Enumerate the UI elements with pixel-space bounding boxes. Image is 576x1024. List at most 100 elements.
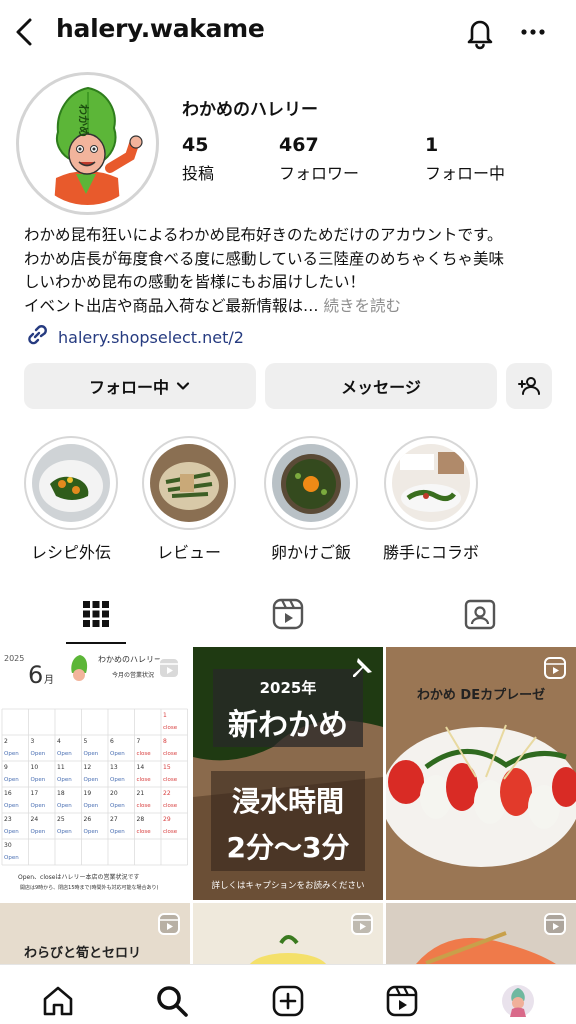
stat-following-label: フォロー中 (425, 164, 506, 183)
highlight-ring (384, 436, 478, 530)
nav-reels[interactable] (382, 981, 422, 1021)
back-arrow-icon[interactable] (10, 14, 38, 50)
calendar-status: close (163, 829, 178, 835)
calendar-day: 26 (84, 816, 92, 823)
tab-tagged[interactable] (384, 584, 576, 644)
post-soak-minutes: 2分〜3分 (227, 831, 350, 864)
calendar-status: Open (31, 751, 46, 757)
post-caprese-title: わかめ DEカプレーゼ (417, 687, 545, 703)
reel-badge-icon (156, 655, 182, 681)
tagged-person-icon (463, 597, 497, 631)
profile-link-text[interactable]: halery.shopselect.net/2 (58, 328, 244, 347)
post-caprese[interactable]: わかめ DEカプレーゼ (386, 647, 576, 900)
tab-reels[interactable] (192, 584, 384, 644)
profile-avatar-small (500, 983, 536, 1019)
calendar-status: Open (31, 803, 46, 809)
post-warabi-title: わらびと筍とセロリ (24, 945, 141, 961)
calendar-day: 18 (57, 790, 65, 797)
profile-avatar[interactable]: わかめ (16, 72, 159, 215)
bio-line-text: イベント出店や商品入荷など最新情報は… (24, 296, 319, 315)
post-dish[interactable] (193, 903, 383, 964)
post-salmon[interactable] (386, 903, 576, 964)
calendar-status: close (163, 803, 178, 809)
nav-profile[interactable] (498, 981, 538, 1021)
stat-posts-label: 投稿 (182, 164, 215, 183)
calendar-day: 16 (4, 790, 12, 797)
calendar-day: 2 (4, 738, 8, 745)
calendar-status: close (163, 777, 178, 783)
highlight-ring (24, 436, 118, 530)
post-soak-time-label: 浸水時間 (232, 785, 344, 818)
highlight-cover-image (150, 444, 228, 522)
calendar-day: 25 (57, 816, 65, 823)
tab-grid[interactable] (0, 584, 192, 644)
display-name: わかめのハレリー (182, 100, 318, 120)
post-calendar[interactable]: 2025 6 月 わかめのハレリー 今月の営業状況 Open、closeはハレリ… (0, 647, 190, 900)
calendar-month-suffix: 月 (44, 674, 54, 686)
calendar-status: Open (57, 803, 72, 809)
stat-following[interactable]: 1 フォロー中 (425, 134, 505, 184)
calendar-day: 12 (84, 764, 92, 771)
search-icon (154, 983, 190, 1019)
calendar-day: 22 (163, 790, 171, 797)
bell-icon[interactable] (462, 14, 498, 50)
profile-username: halery.wakame (56, 14, 265, 43)
calendar-footer-2: 開店は9時から、閉店15時まで(時間外も対応可能な場合あり) (20, 884, 158, 891)
profile-link[interactable]: halery.shopselect.net/2 (24, 324, 244, 350)
more-options-icon[interactable] (516, 18, 550, 46)
nav-search[interactable] (152, 981, 192, 1021)
post-warabi[interactable]: わらびと筍とセロリ (0, 903, 190, 964)
reels-icon (384, 983, 420, 1019)
reel-badge-icon (156, 911, 182, 937)
reels-icon (271, 597, 305, 631)
calendar-status: Open (110, 803, 125, 809)
bottom-navigation (0, 964, 576, 1024)
stat-followers-label: フォロワー (279, 164, 360, 183)
highlight-collab[interactable]: 勝手にコラボ (376, 436, 486, 563)
calendar-status: Open (31, 777, 46, 783)
calendar-day: 23 (4, 816, 12, 823)
reel-badge-icon (542, 911, 568, 937)
message-button-label: メッセージ (341, 378, 421, 397)
avatar-wakame-text: わかめ (77, 104, 90, 137)
calendar-status: close (163, 725, 178, 731)
bio-line: しいわかめ昆布の感動を皆様にもお届けしたい！ (24, 273, 366, 291)
calendar-footer-1: Open、closeはハレリー本店の営業状況です (18, 873, 139, 881)
calendar-title: わかめのハレリー (98, 655, 162, 664)
suggest-people-button[interactable] (506, 363, 552, 409)
bio-line-last: イベント出店や商品入荷など最新情報は… 続きを読む (24, 295, 554, 319)
calendar-day: 20 (110, 790, 118, 797)
stat-posts: 45 投稿 (182, 134, 214, 184)
post-new-wakame[interactable]: 2025年 新わかめ 浸水時間 2分〜3分 詳しくはキャプションをお読みください (193, 647, 383, 900)
calendar-day: 8 (163, 738, 167, 745)
chevron-down-icon (175, 378, 191, 394)
calendar-day: 19 (84, 790, 92, 797)
highlight-label: レシピ外伝 (30, 543, 111, 562)
bio-line: わかめ昆布狂いによるわかめ昆布好きのためだけのアカウントです。 (24, 226, 503, 244)
profile-tabs (0, 584, 576, 644)
home-icon (40, 983, 76, 1019)
highlight-review[interactable]: レビュー (134, 436, 244, 563)
bio-read-more-link[interactable]: 続きを読む (323, 297, 401, 315)
calendar-status: Open (4, 829, 19, 835)
link-icon (24, 322, 50, 352)
message-button[interactable]: メッセージ (265, 363, 497, 409)
highlight-recipe[interactable]: レシピ外伝 (16, 436, 126, 563)
profile-bio: わかめ昆布狂いによるわかめ昆布好きのためだけのアカウントです。 わかめ店長が毎度… (24, 224, 554, 318)
following-button[interactable]: フォロー中 (24, 363, 256, 409)
highlight-cover-image (392, 444, 470, 522)
calendar-status: close (137, 751, 152, 757)
calendar-day: 28 (137, 816, 145, 823)
calendar-status: Open (4, 751, 19, 757)
following-button-label: フォロー中 (88, 378, 169, 397)
post-new-wakame-title: 新わかめ (228, 708, 348, 743)
pin-icon (349, 655, 375, 681)
nav-home[interactable] (38, 981, 78, 1021)
stat-followers[interactable]: 467 フォロワー (279, 134, 359, 184)
calendar-year: 2025 (4, 654, 24, 663)
nav-create[interactable] (268, 981, 308, 1021)
calendar-day: 7 (137, 738, 141, 745)
highlight-tkg[interactable]: 卵かけご飯 (256, 436, 366, 563)
calendar-subtitle: 今月の営業状況 (112, 671, 154, 679)
reel-badge-icon (542, 655, 568, 681)
